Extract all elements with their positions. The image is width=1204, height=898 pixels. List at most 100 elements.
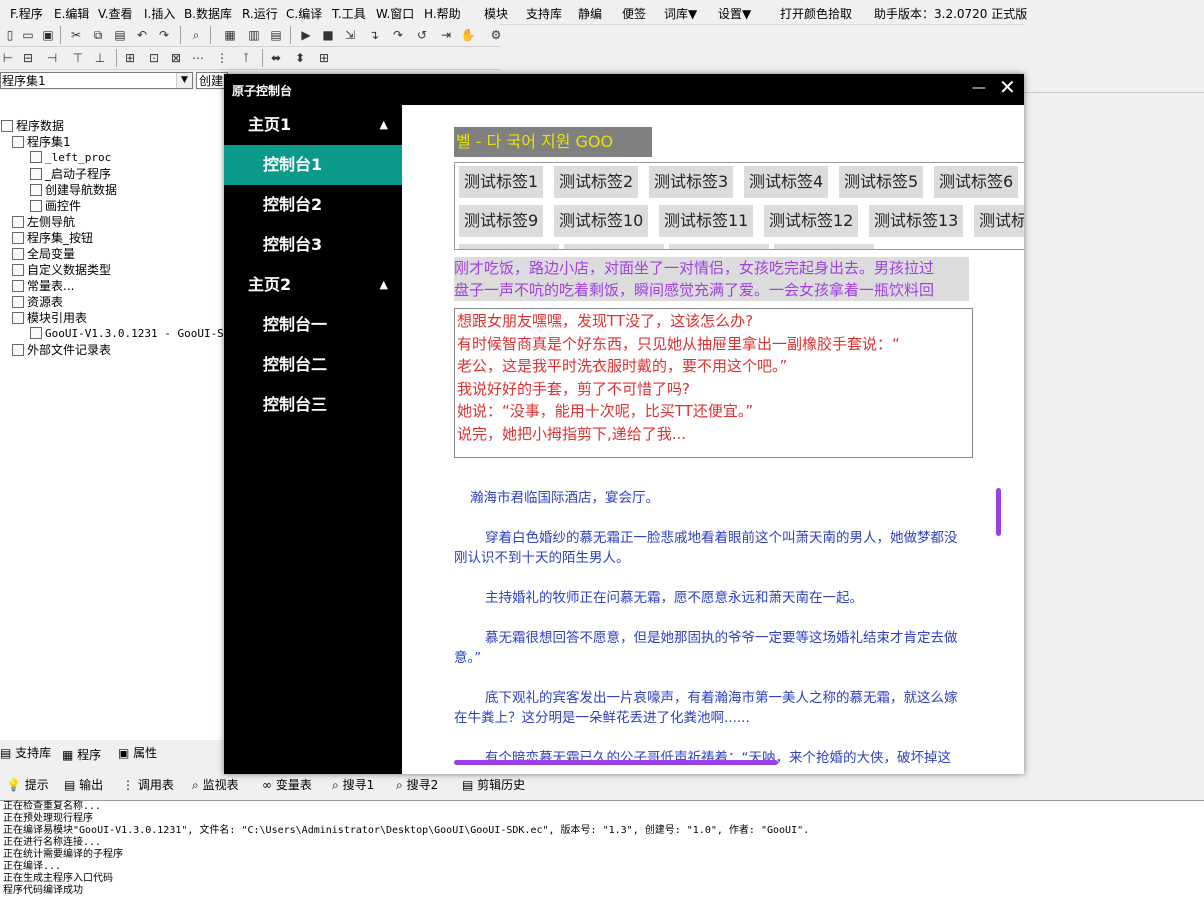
- menu-item[interactable]: B.数据库: [184, 5, 232, 22]
- space-h-icon[interactable]: ⋯: [190, 50, 206, 66]
- same-width-icon[interactable]: ⊞: [122, 50, 138, 66]
- tree-node[interactable]: 模块引用表: [12, 310, 87, 326]
- step-over-icon[interactable]: ↷: [390, 27, 406, 43]
- tag-item[interactable]: 测试标签6: [934, 166, 1019, 198]
- step-into-icon[interactable]: ↴: [366, 27, 382, 43]
- align-bottom-icon[interactable]: ⊥: [92, 50, 108, 66]
- vertical-scrollbar[interactable]: [996, 488, 1001, 536]
- distribute-icon[interactable]: ⊺: [238, 50, 254, 66]
- menu-item[interactable]: R.运行: [242, 5, 278, 22]
- tab-search2[interactable]: ⌕ 搜寻2: [396, 776, 438, 794]
- tab-clip-history[interactable]: ▤ 剪辑历史: [462, 776, 525, 794]
- same-size-icon[interactable]: ⊠: [168, 50, 184, 66]
- tree-node[interactable]: 自定义数据类型: [12, 262, 111, 278]
- nav-item-console-three[interactable]: 控制台三: [224, 385, 402, 425]
- step-icon[interactable]: ⇲: [342, 27, 358, 43]
- space-v-icon[interactable]: ⋮: [214, 50, 230, 66]
- minimize-button[interactable]: —: [972, 80, 986, 96]
- layout2-icon[interactable]: ▥: [246, 27, 262, 43]
- tag-item[interactable]: 测试标签13: [869, 205, 964, 237]
- chevron-down-icon[interactable]: ▼: [176, 73, 192, 88]
- tab-variables[interactable]: ∞ 变量表: [262, 776, 312, 794]
- tag-item[interactable]: 测试标签: [974, 205, 1024, 237]
- tag-item[interactable]: 测试标签10: [554, 205, 649, 237]
- menu-item[interactable]: C.编译: [286, 5, 322, 22]
- hand-icon[interactable]: ✋: [460, 27, 476, 43]
- nav-item-console1[interactable]: 控制台1: [224, 145, 402, 185]
- nav-group-home1[interactable]: 主页1 ▲: [224, 105, 402, 145]
- nav-group-home2[interactable]: 主页2 ▲: [224, 265, 402, 305]
- paste-icon[interactable]: ▤: [112, 27, 128, 43]
- tree-node[interactable]: _left_proc: [30, 150, 111, 166]
- save-icon[interactable]: ▣: [40, 27, 56, 43]
- tree-node[interactable]: 左侧导航: [12, 214, 75, 230]
- menu-item[interactable]: W.窗口: [376, 5, 414, 22]
- tab-watch[interactable]: ⌕ 监视表: [192, 776, 239, 794]
- tag-item[interactable]: 测试标签2: [554, 166, 639, 198]
- tab-properties[interactable]: ▣ 属性: [118, 744, 157, 762]
- tree-node[interactable]: 常量表...: [12, 278, 74, 294]
- layout1-icon[interactable]: ▦: [222, 27, 238, 43]
- menu-item[interactable]: 词库▼: [664, 5, 697, 22]
- tab-support-lib[interactable]: ▤ 支持库: [0, 744, 51, 762]
- tag-item[interactable]: 测试标签4: [744, 166, 829, 198]
- menu-item[interactable]: F.程序: [10, 5, 43, 22]
- menu-item[interactable]: T.工具: [332, 5, 366, 22]
- run-icon[interactable]: ▶: [298, 27, 314, 43]
- step-out-icon[interactable]: ↺: [414, 27, 430, 43]
- cut-icon[interactable]: ✂: [68, 27, 84, 43]
- menu-item[interactable]: 打开颜色拾取: [780, 5, 852, 22]
- tree-node[interactable]: 程序集1: [12, 134, 71, 150]
- tag-item-partial[interactable]: [774, 244, 874, 249]
- open-folder-icon[interactable]: ▭: [20, 27, 36, 43]
- menu-item[interactable]: H.帮助: [424, 5, 461, 22]
- nav-item-console-one[interactable]: 控制台一: [224, 305, 402, 345]
- close-button[interactable]: ✕: [999, 77, 1016, 97]
- tab-hint[interactable]: 💡 提示: [6, 776, 49, 794]
- tag-item[interactable]: 测试标签3: [649, 166, 734, 198]
- breakpoint-icon[interactable]: ⇥: [438, 27, 454, 43]
- layout3-icon[interactable]: ▤: [268, 27, 284, 43]
- tree-node[interactable]: GooUI-V1.3.0.1231 - GooUI-SDK: [30, 326, 237, 342]
- menu-item[interactable]: 支持库: [526, 5, 562, 22]
- align-right-icon[interactable]: ⊣: [44, 50, 60, 66]
- tag-item[interactable]: 测试标签1: [459, 166, 544, 198]
- joke-textbox[interactable]: 想跟女朋友嘿嘿，发现TT没了，这该怎么办? 有时候智商真是个好东西，只见她从抽屉…: [454, 308, 973, 458]
- menu-item[interactable]: I.插入: [144, 5, 175, 22]
- redo-icon[interactable]: ↷: [156, 27, 172, 43]
- align-left-icon[interactable]: ⊢: [0, 50, 16, 66]
- tree-node[interactable]: 创建导航数据: [30, 182, 117, 198]
- tree-node[interactable]: _启动子程序: [30, 166, 111, 182]
- tag-item[interactable]: 测试标签5: [839, 166, 924, 198]
- tab-program[interactable]: ▦ 程序: [62, 746, 101, 764]
- tab-call-stack[interactable]: ⋮ 调用表: [122, 776, 174, 794]
- menu-item[interactable]: 模块: [484, 5, 508, 22]
- horizontal-scrollbar[interactable]: [454, 760, 778, 765]
- nav-item-console3[interactable]: 控制台3: [224, 225, 402, 265]
- grid-icon[interactable]: ⊞: [316, 50, 332, 66]
- tab-output[interactable]: ▤ 输出: [64, 776, 103, 794]
- menu-item[interactable]: V.查看: [98, 5, 132, 22]
- tag-item-partial[interactable]: [459, 244, 559, 249]
- center-h-icon[interactable]: ⬌: [268, 50, 284, 66]
- find-icon[interactable]: ⌕: [188, 27, 204, 43]
- same-height-icon[interactable]: ⊡: [146, 50, 162, 66]
- tag-item[interactable]: 测试标签9: [459, 205, 544, 237]
- align-top-icon[interactable]: ⊤: [70, 50, 86, 66]
- stop-icon[interactable]: ■: [320, 27, 336, 43]
- tab-search1[interactable]: ⌕ 搜寻1: [332, 776, 374, 794]
- undo-icon[interactable]: ↶: [134, 27, 150, 43]
- menu-item[interactable]: 便签: [622, 5, 646, 22]
- copy-icon[interactable]: ⧉: [90, 27, 106, 43]
- center-v-icon[interactable]: ⬍: [292, 50, 308, 66]
- tree-node[interactable]: 资源表: [12, 294, 63, 310]
- plugin-icon[interactable]: ⚙: [488, 27, 504, 43]
- new-file-icon[interactable]: ▯: [2, 27, 18, 43]
- tree-node[interactable]: 程序集_按钮: [12, 230, 93, 246]
- menu-item[interactable]: 助手版本：3.2.0720 正式版: [874, 5, 1027, 22]
- tree-node[interactable]: 全局变量: [12, 246, 75, 262]
- align-center-icon[interactable]: ⊟: [20, 50, 36, 66]
- tag-item-partial[interactable]: [669, 244, 769, 249]
- nav-item-console2[interactable]: 控制台2: [224, 185, 402, 225]
- tag-item-partial[interactable]: [564, 244, 664, 249]
